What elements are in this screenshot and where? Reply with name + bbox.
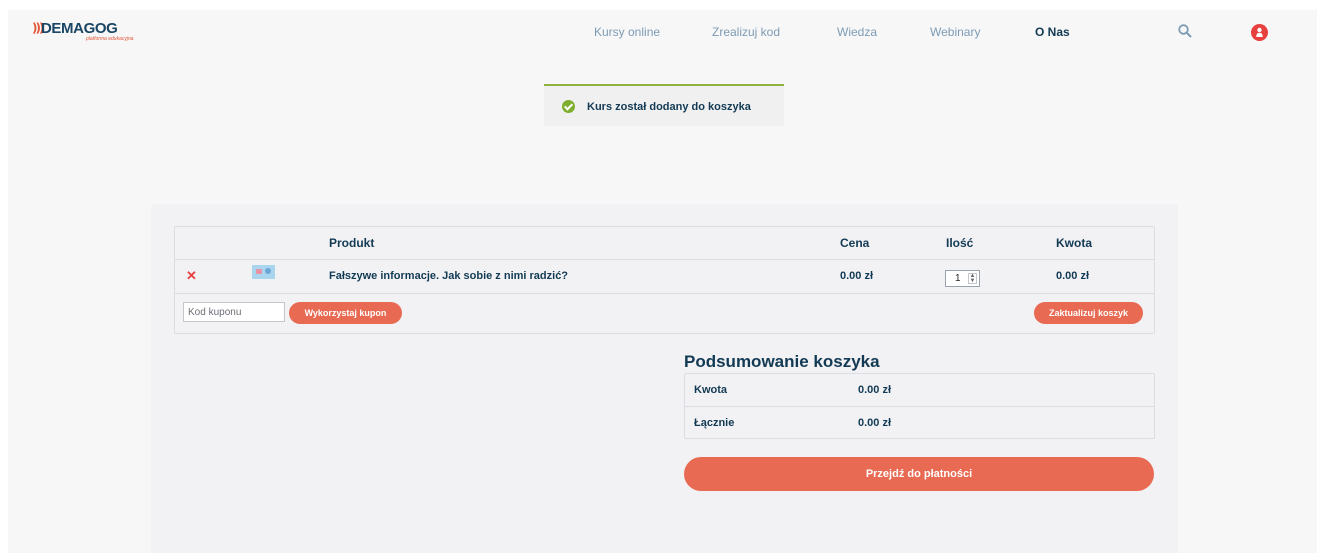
table-divider (174, 259, 1155, 260)
cart-totals-title: Podsumowanie koszyka (684, 352, 880, 371)
logo-text: DEMAGOG (41, 20, 118, 37)
checkout-button[interactable]: Przejdź do płatności (684, 457, 1154, 491)
total-label: Łącznie (694, 417, 735, 429)
user-icon[interactable] (1251, 24, 1268, 41)
remove-item-icon[interactable]: ✕ (186, 268, 197, 284)
nav-webinary[interactable]: Webinary (930, 25, 980, 39)
nav-zrealizuj-kod[interactable]: Zrealizuj kod (712, 25, 780, 39)
column-header-product: Produkt (329, 236, 375, 250)
column-header-amount: Kwota (1056, 236, 1092, 250)
success-notice: Kurs został dodany do koszyka (544, 84, 784, 126)
subtotal-value: 0.00 zł (858, 384, 892, 396)
product-price: 0.00 zł (840, 270, 874, 282)
total-value: 0.00 zł (858, 417, 892, 429)
column-header-price: Cena (840, 236, 870, 250)
table-divider (174, 293, 1155, 294)
totals-divider (684, 406, 1155, 407)
quantity-stepper[interactable]: 1 ▲ ▼ (945, 270, 980, 287)
logo-subtitle: platforma edukacyjna (86, 36, 134, 42)
quantity-value: 1 (955, 273, 961, 284)
spinner-arrows-icon[interactable]: ▲ ▼ (968, 273, 977, 284)
update-cart-button[interactable]: Zaktualizuj koszyk (1034, 302, 1143, 324)
nav-o-nas[interactable]: O Nas (1035, 25, 1070, 39)
check-circle-icon (562, 100, 575, 113)
subtotal-label: Kwota (694, 384, 727, 396)
nav-wiedza[interactable]: Wiedza (837, 25, 877, 39)
notice-text: Kurs został dodany do koszyka (587, 101, 751, 113)
apply-coupon-button[interactable]: Wykorzystaj kupon (289, 302, 402, 324)
nav-kursy-online[interactable]: Kursy online (594, 25, 660, 39)
product-name-link[interactable]: Fałszywe informacje. Jak sobie z nimi ra… (329, 270, 568, 282)
product-amount: 0.00 zł (1056, 270, 1090, 282)
product-thumbnail[interactable] (252, 265, 275, 279)
coupon-code-input[interactable] (183, 302, 285, 322)
search-icon[interactable] (1178, 24, 1192, 38)
column-header-quantity: Ilość (946, 236, 974, 250)
